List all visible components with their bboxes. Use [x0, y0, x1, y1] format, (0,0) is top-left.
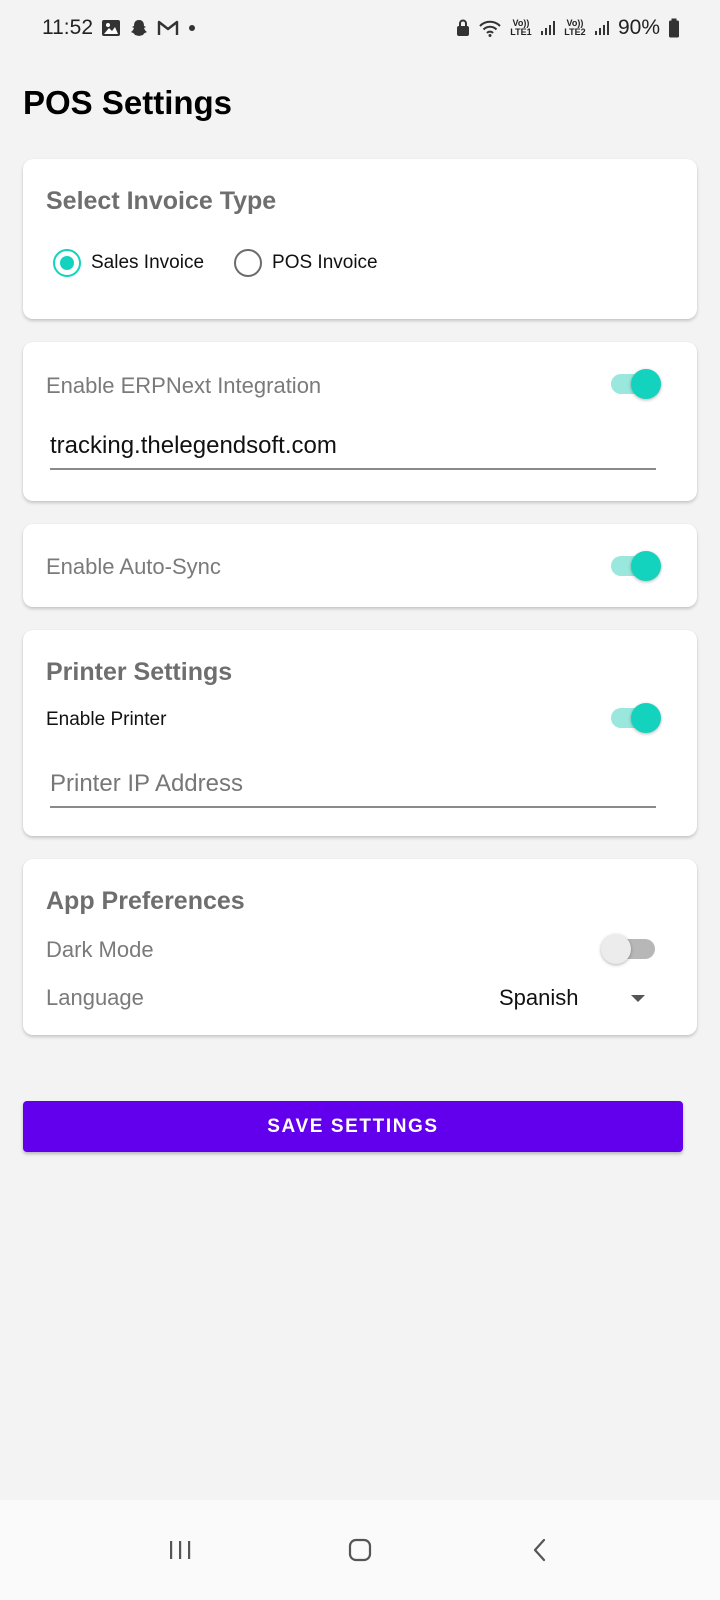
- sim2-label: Vo)) LTE2: [564, 18, 586, 37]
- enable-printer-label: Enable Printer: [46, 709, 167, 730]
- wifi-icon: [478, 19, 502, 37]
- dark-mode-label: Dark Mode: [46, 937, 154, 962]
- snapchat-icon: [129, 18, 149, 38]
- recents-icon[interactable]: [150, 1520, 210, 1580]
- signal-icon: [540, 20, 556, 36]
- sales-invoice-radio[interactable]: Sales Invoice: [53, 249, 204, 277]
- erp-integration-card: Enable ERPNext Integration: [23, 342, 697, 501]
- status-time: 11:52: [42, 16, 93, 39]
- toggle-thumb[interactable]: [631, 369, 661, 399]
- battery-icon: [668, 18, 680, 38]
- pos-invoice-radio[interactable]: POS Invoice: [234, 249, 378, 277]
- dropdown-arrow-icon[interactable]: [631, 994, 645, 1002]
- enable-printer-toggle[interactable]: [611, 702, 661, 733]
- status-bar: 11:52 Vo)) LTE1 Vo)) LTE2 90%: [0, 0, 720, 56]
- page-title: POS Settings: [23, 84, 233, 121]
- dot-icon: [187, 23, 197, 33]
- radio-checked-icon[interactable]: [53, 249, 81, 277]
- toggle-thumb[interactable]: [601, 934, 631, 964]
- home-icon[interactable]: [330, 1520, 390, 1580]
- gallery-icon: [101, 18, 121, 38]
- save-settings-button[interactable]: SAVE SETTINGS: [23, 1101, 683, 1152]
- erp-integration-toggle[interactable]: [611, 368, 661, 399]
- auto-sync-toggle[interactable]: [611, 550, 661, 581]
- back-icon[interactable]: [510, 1520, 570, 1580]
- invoice-type-radio-group: Sales Invoice POS Invoice: [53, 249, 408, 277]
- printer-ip-input[interactable]: [50, 770, 656, 808]
- toggle-thumb[interactable]: [631, 703, 661, 733]
- auto-sync-label: Enable Auto-Sync: [46, 554, 221, 579]
- language-label: Language: [46, 985, 144, 1010]
- sim1-label: Vo)) LTE1: [510, 18, 532, 37]
- radio-unchecked-icon[interactable]: [234, 249, 263, 277]
- pos-invoice-label: POS Invoice: [272, 252, 378, 273]
- toggle-thumb[interactable]: [631, 551, 661, 581]
- invoice-type-heading: Select Invoice Type: [46, 187, 277, 215]
- status-right: Vo)) LTE1 Vo)) LTE2 90%: [456, 16, 680, 40]
- signal-icon: [594, 20, 610, 36]
- invoice-type-card: Select Invoice Type Sales Invoice POS In…: [23, 159, 697, 319]
- battery-percent: 90%: [617, 16, 660, 39]
- erp-integration-label: Enable ERPNext Integration: [46, 373, 322, 398]
- dark-mode-toggle[interactable]: [601, 933, 657, 964]
- erp-url-input[interactable]: [50, 432, 656, 470]
- system-nav-bar: [0, 1500, 720, 1600]
- gmail-icon: [157, 19, 179, 37]
- app-preferences-heading: App Preferences: [46, 887, 245, 915]
- language-dropdown[interactable]: Spanish: [499, 981, 649, 1015]
- printer-settings-heading: Printer Settings: [46, 658, 233, 686]
- status-left: 11:52: [42, 16, 197, 40]
- language-selected-value: Spanish: [499, 985, 579, 1010]
- auto-sync-card: Enable Auto-Sync: [23, 524, 697, 607]
- sales-invoice-label: Sales Invoice: [91, 252, 205, 273]
- lock-icon: [456, 19, 470, 37]
- printer-settings-card: Printer Settings Enable Printer: [23, 630, 697, 836]
- app-preferences-card: App Preferences Dark Mode Language Spani…: [23, 859, 697, 1035]
